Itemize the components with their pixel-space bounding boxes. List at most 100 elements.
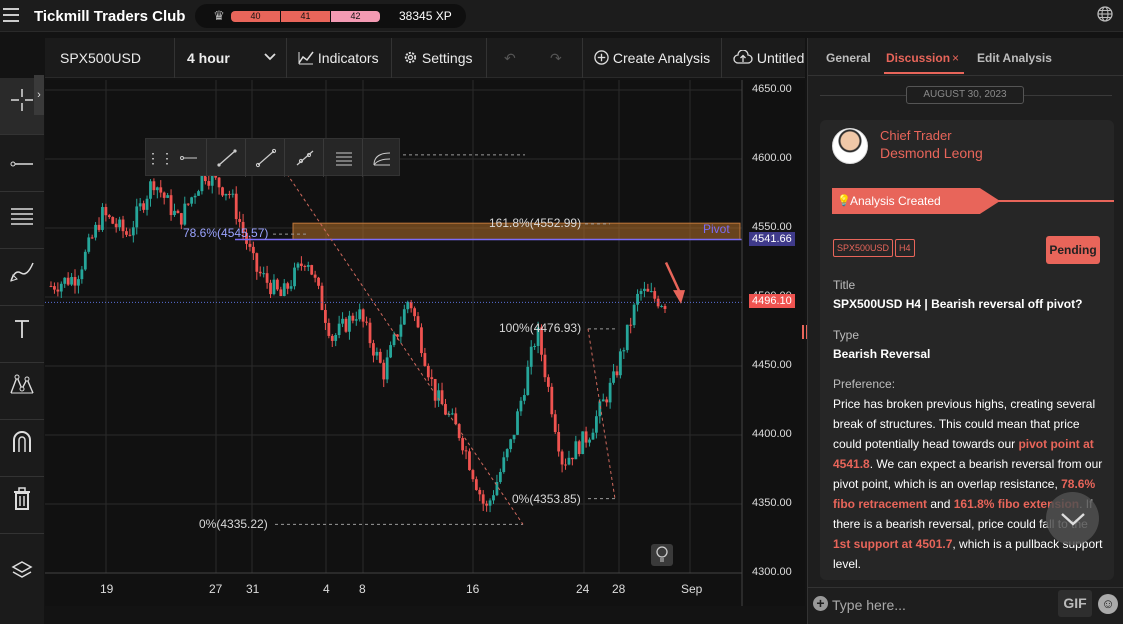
timeframe-dropdown[interactable]: 4 hour [176, 38, 287, 78]
author-name[interactable]: Desmond Leong [880, 145, 983, 161]
indicators-button[interactable]: Indicators [288, 38, 392, 78]
candle-body [179, 213, 183, 225]
candle-body [550, 386, 554, 415]
candle-body [361, 309, 365, 322]
candle-body [454, 413, 458, 425]
candle-body [227, 193, 231, 195]
candle-body [372, 343, 375, 356]
candle-body [402, 309, 406, 325]
author-role: Chief Trader [880, 128, 952, 143]
undo-button[interactable]: ↶ [488, 38, 536, 78]
candle-body [279, 289, 283, 297]
candle-body [502, 457, 506, 473]
candle-body [509, 439, 513, 450]
extended-line-icon[interactable] [286, 139, 324, 177]
tab-discussion[interactable]: Discussion [886, 51, 950, 65]
candle-body [207, 181, 211, 186]
candle-body [142, 203, 146, 210]
candle-body [337, 323, 341, 336]
chart-toolbar: SPX500USD 4 hour Indicators Settings ↶ ↷… [45, 38, 805, 78]
candle-body [365, 321, 368, 323]
pen-icon[interactable] [208, 139, 246, 177]
price-axis[interactable]: 4650.00 4600.00 4550.00 4500.00 4450.00 … [742, 80, 805, 606]
candle-body [649, 291, 653, 293]
price-tick: 4450.00 [752, 359, 792, 371]
fibonacci-tool[interactable] [0, 192, 44, 249]
fib-fan-icon[interactable] [364, 139, 401, 177]
plus-icon[interactable]: + [813, 596, 828, 611]
candle-body [107, 215, 111, 218]
emoji-icon[interactable]: ☺ [1098, 594, 1118, 614]
trend-line-icon[interactable] [247, 139, 285, 177]
layers-icon [11, 561, 33, 587]
candle-body [584, 431, 588, 443]
trash-tool[interactable] [0, 477, 44, 534]
menu-icon[interactable] [3, 8, 19, 22]
redo-button[interactable]: ↷ [536, 38, 583, 78]
xp-progress: ♛ 40 41 42 38345 XP [195, 4, 466, 28]
lightbulb-icon[interactable] [651, 544, 673, 566]
magnet-tool[interactable] [0, 420, 44, 477]
parallel-channel-icon[interactable] [325, 139, 363, 177]
close-tab-icon[interactable]: × [952, 51, 959, 65]
candle-body [104, 207, 108, 216]
fib-0-low-label: 0%(4353.85) [512, 492, 581, 506]
candle-body [591, 432, 595, 440]
avatar[interactable] [832, 128, 868, 164]
candle-body [416, 316, 420, 328]
time-axis[interactable]: 19 27 31 4 8 16 24 28 Sep [45, 574, 742, 606]
candle-body [632, 304, 636, 326]
layers-tool[interactable] [0, 548, 44, 605]
candle-body [348, 315, 351, 332]
drag-handle-icon[interactable]: ⋮⋮ [146, 139, 174, 177]
candle-body [399, 324, 403, 337]
untitled-analysis[interactable]: Untitled [723, 38, 805, 78]
price-chart[interactable]: ⋮⋮ 161.8%(4552.99) 78.6%(4545.57) Pivot … [45, 80, 805, 606]
ray-icon[interactable] [173, 139, 207, 177]
candle-body [193, 195, 197, 198]
settings-button[interactable]: Settings [393, 38, 487, 78]
candle-body [149, 181, 152, 199]
expand-arrow-icon[interactable]: › [34, 75, 44, 115]
candle-body [166, 195, 170, 198]
text-tool[interactable] [0, 306, 44, 363]
brush-tool[interactable] [0, 249, 44, 306]
candle-body [622, 350, 626, 352]
candle-body [59, 283, 63, 292]
candle-body [660, 306, 663, 308]
scroll-down-button[interactable] [1046, 492, 1099, 545]
pivot-label: Pivot [703, 222, 730, 236]
candle-body [251, 246, 255, 254]
candle-body [440, 390, 444, 405]
title-label: Title [833, 278, 856, 292]
candle-body [492, 495, 495, 501]
date-tick: 4 [323, 582, 330, 596]
tab-general[interactable]: General [826, 51, 871, 65]
candle-body [605, 399, 609, 403]
active-tab-indicator [884, 72, 964, 74]
candle-body [190, 197, 194, 204]
tab-edit-analysis[interactable]: Edit Analysis [977, 51, 1052, 65]
candle-body [155, 187, 159, 191]
candle-body [296, 263, 300, 268]
gif-button[interactable]: GIF [1058, 590, 1092, 617]
horizontal-line-tool[interactable] [0, 135, 44, 192]
price-tick: 4350.00 [752, 497, 792, 509]
candle-body [543, 354, 547, 378]
chat-input[interactable] [832, 594, 1052, 616]
preference-label: Preference: [833, 377, 896, 391]
candle-body [66, 277, 70, 285]
symbol-selector[interactable]: SPX500USD [45, 38, 175, 78]
gear-icon [403, 50, 418, 66]
price-tick: 4650.00 [752, 83, 792, 95]
crosshair-tool[interactable]: › [0, 75, 44, 135]
candle-body [80, 269, 84, 280]
candle-body [344, 318, 348, 332]
globe-icon[interactable] [1097, 6, 1113, 27]
xp-total: 38345 XP [399, 9, 452, 23]
create-analysis-button[interactable]: Create Analysis [584, 38, 722, 78]
pattern-tool[interactable] [0, 363, 44, 420]
candle-body [498, 472, 502, 482]
candle-body [608, 382, 612, 403]
cloud-upload-icon [733, 49, 753, 66]
